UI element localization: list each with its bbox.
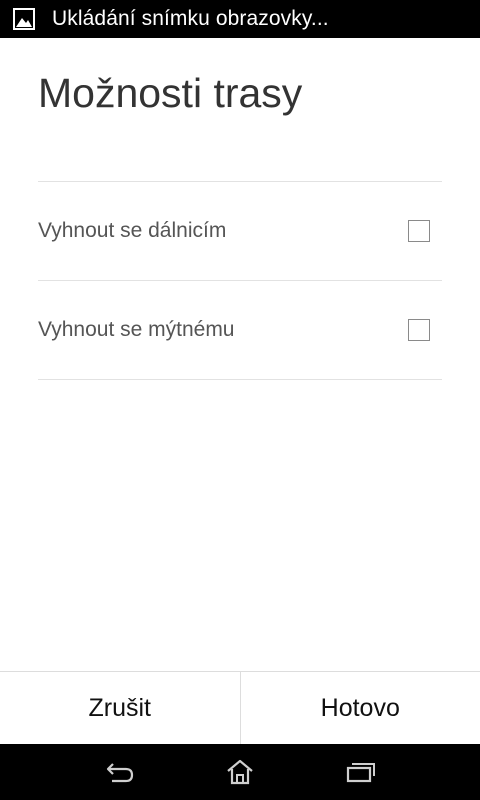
back-button[interactable] xyxy=(100,756,140,788)
navigation-bar xyxy=(0,744,480,800)
option-avoid-highways[interactable]: Vyhnout se dálnicím xyxy=(38,182,442,280)
cancel-button[interactable]: Zrušit xyxy=(0,672,240,744)
screen: Ukládání snímku obrazovky... Možnosti tr… xyxy=(0,0,480,800)
notification-text: Ukládání snímku obrazovky... xyxy=(52,7,329,30)
option-label: Vyhnout se mýtnému xyxy=(38,318,235,341)
avoid-highways-checkbox[interactable] xyxy=(408,220,430,242)
recents-button[interactable] xyxy=(340,756,380,788)
done-button[interactable]: Hotovo xyxy=(239,672,480,744)
recents-icon xyxy=(346,763,375,783)
status-bar: Ukládání snímku obrazovky... xyxy=(0,0,480,38)
option-label: Vyhnout se dálnicím xyxy=(38,219,227,242)
avoid-tolls-checkbox[interactable] xyxy=(408,319,430,341)
divider xyxy=(38,379,442,380)
home-icon xyxy=(227,759,253,785)
back-icon xyxy=(106,763,134,783)
page-title: Možnosti trasy xyxy=(38,70,303,116)
home-button[interactable] xyxy=(220,756,260,788)
option-avoid-tolls[interactable]: Vyhnout se mýtnému xyxy=(38,281,442,379)
image-icon xyxy=(13,8,35,30)
button-bar: Zrušit Hotovo xyxy=(0,671,480,744)
